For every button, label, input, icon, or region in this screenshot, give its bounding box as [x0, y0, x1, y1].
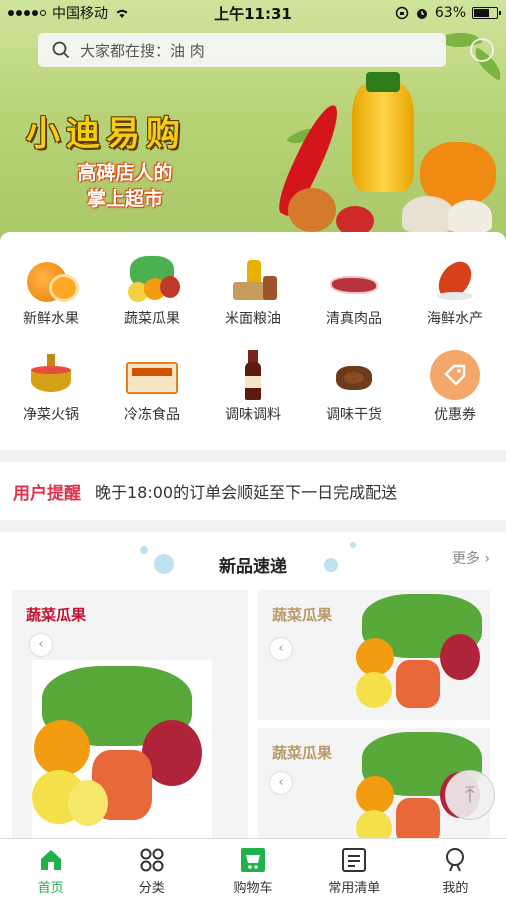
banner-slogan: 高碑店人的 掌上超市 — [60, 160, 190, 212]
category-label: 调味干货 — [326, 407, 382, 423]
category-halal-meat[interactable]: 清真肉品 — [304, 232, 404, 328]
chevron-left-icon[interactable]: ‹ — [30, 634, 52, 656]
product-category-name: 蔬菜瓜果 — [272, 744, 333, 762]
category-fresh-fruit[interactable]: 新鲜水果 — [1, 232, 101, 328]
battery-percent: 63% — [434, 5, 466, 21]
frozen-food-icon — [124, 350, 180, 394]
category-label: 冷冻食品 — [124, 407, 180, 423]
seafood-icon — [427, 254, 483, 305]
new-products-section: 新品速递 更多 › 蔬菜瓜果 ‹ 蔬菜瓜果 ‹ 蔬菜瓜果 ‹ — [0, 532, 506, 850]
onion-illustration — [288, 188, 336, 232]
clock: 上午11:31 — [214, 4, 292, 23]
category-label: 调味调料 — [225, 407, 281, 423]
category-label: 清真肉品 — [326, 311, 382, 327]
category-grain-oil[interactable]: 米面粮油 — [203, 232, 303, 328]
category-label: 新鲜水果 — [23, 311, 79, 327]
alarm-icon — [416, 9, 427, 19]
notice-text: 晚于18:00的订单会顺延至下一日完成配送 — [95, 483, 398, 502]
product-category-name: 蔬菜瓜果 — [26, 606, 87, 624]
tab-label: 我的 — [442, 881, 469, 896]
product-card-small[interactable]: 蔬菜瓜果 ‹ — [258, 590, 490, 720]
seasoning-bottle-icon — [225, 350, 281, 400]
category-seafood[interactable]: 海鲜水产 — [405, 232, 505, 328]
section-title: 新品速递 — [219, 557, 287, 577]
profile-icon — [446, 848, 465, 872]
category-label: 蔬菜瓜果 — [124, 311, 180, 327]
lock-rotation-icon — [395, 6, 409, 20]
category-label: 净菜火锅 — [23, 407, 79, 423]
category-dried-goods[interactable]: 调味干货 — [304, 328, 404, 424]
oil-bottle-illustration — [352, 82, 414, 192]
tab-category[interactable]: 分类 — [101, 839, 202, 900]
notice-tag: 用户提醒 — [13, 483, 81, 504]
category-label: 优惠券 — [434, 407, 476, 423]
tab-label: 常用清单 — [328, 881, 381, 896]
bottle-cap-illustration — [366, 72, 400, 92]
tab-label: 购物车 — [233, 881, 273, 896]
tab-label: 首页 — [37, 881, 64, 896]
category-seasoning[interactable]: 调味调料 — [203, 328, 303, 424]
user-notice: 用户提醒 晚于18:00的订单会顺延至下一日完成配送 — [0, 462, 506, 520]
orange-fruit-icon — [23, 254, 79, 302]
vegetables-icon — [124, 254, 180, 302]
chevron-left-icon[interactable]: ‹ — [270, 772, 292, 794]
category-label: 海鲜水产 — [427, 311, 483, 327]
vegetables-image — [32, 660, 212, 840]
tab-home[interactable]: 首页 — [0, 839, 101, 900]
search-icon — [52, 41, 70, 59]
list-icon — [342, 848, 367, 872]
category-grid: 新鲜水果 蔬菜瓜果 米面粮油 清真肉品 海鲜水产 净菜火锅 冷冻食品 调味调料 … — [0, 232, 506, 450]
slogan-line: 高碑店人的 — [77, 162, 173, 184]
meat-icon — [326, 254, 382, 298]
tab-label: 分类 — [138, 881, 165, 896]
category-hotpot[interactable]: 净菜火锅 — [1, 328, 101, 424]
signal-strength-icon — [8, 10, 46, 16]
wifi-icon — [116, 9, 128, 18]
category-vegetables[interactable]: 蔬菜瓜果 — [102, 232, 202, 328]
hotpot-icon — [23, 350, 79, 394]
tab-cart[interactable]: 购物车 — [202, 839, 303, 900]
brand-title: 小迪易购 — [26, 114, 186, 154]
search-bar[interactable]: 大家都在搜：油 肉 — [38, 33, 446, 67]
app-screen: 小迪易购 高碑店人的 掌上超市 中国移动 上午11:31 63% 大家都在搜：油… — [0, 0, 506, 900]
vegetables-image — [354, 590, 488, 720]
category-coupons[interactable]: 优惠券 — [405, 328, 505, 424]
category-grid-icon — [140, 848, 164, 872]
tab-shopping-list[interactable]: 常用清单 — [304, 839, 405, 900]
battery-icon — [472, 7, 501, 19]
category-frozen-food[interactable]: 冷冻食品 — [102, 328, 202, 424]
dried-spice-icon — [326, 350, 382, 394]
product-card-large[interactable]: 蔬菜瓜果 ‹ — [12, 590, 248, 850]
bottom-tab-bar: 首页 分类 购物车 常用清单 我的 — [0, 838, 506, 900]
slogan-line: 掌上超市 — [86, 188, 163, 210]
home-icon — [40, 850, 61, 870]
message-icon[interactable] — [470, 38, 494, 62]
grain-oil-icon — [225, 254, 281, 300]
mushroom-illustration — [448, 200, 492, 232]
back-to-top-button[interactable]: ⤒ — [445, 770, 495, 820]
more-link[interactable]: 更多 › — [452, 548, 490, 568]
search-placeholder: 大家都在搜：油 肉 — [80, 41, 205, 60]
carrier-name: 中国移动 — [52, 6, 108, 22]
bubble-decoration — [350, 542, 356, 548]
status-bar: 中国移动 上午11:31 63% — [0, 0, 506, 26]
chevron-left-icon[interactable]: ‹ — [270, 638, 292, 660]
category-label: 米面粮油 — [225, 311, 281, 327]
tab-profile[interactable]: 我的 — [405, 839, 506, 900]
mushroom-illustration — [402, 196, 454, 232]
coupon-tag-icon — [427, 350, 483, 400]
product-category-name: 蔬菜瓜果 — [272, 606, 333, 624]
cart-icon — [241, 848, 265, 872]
